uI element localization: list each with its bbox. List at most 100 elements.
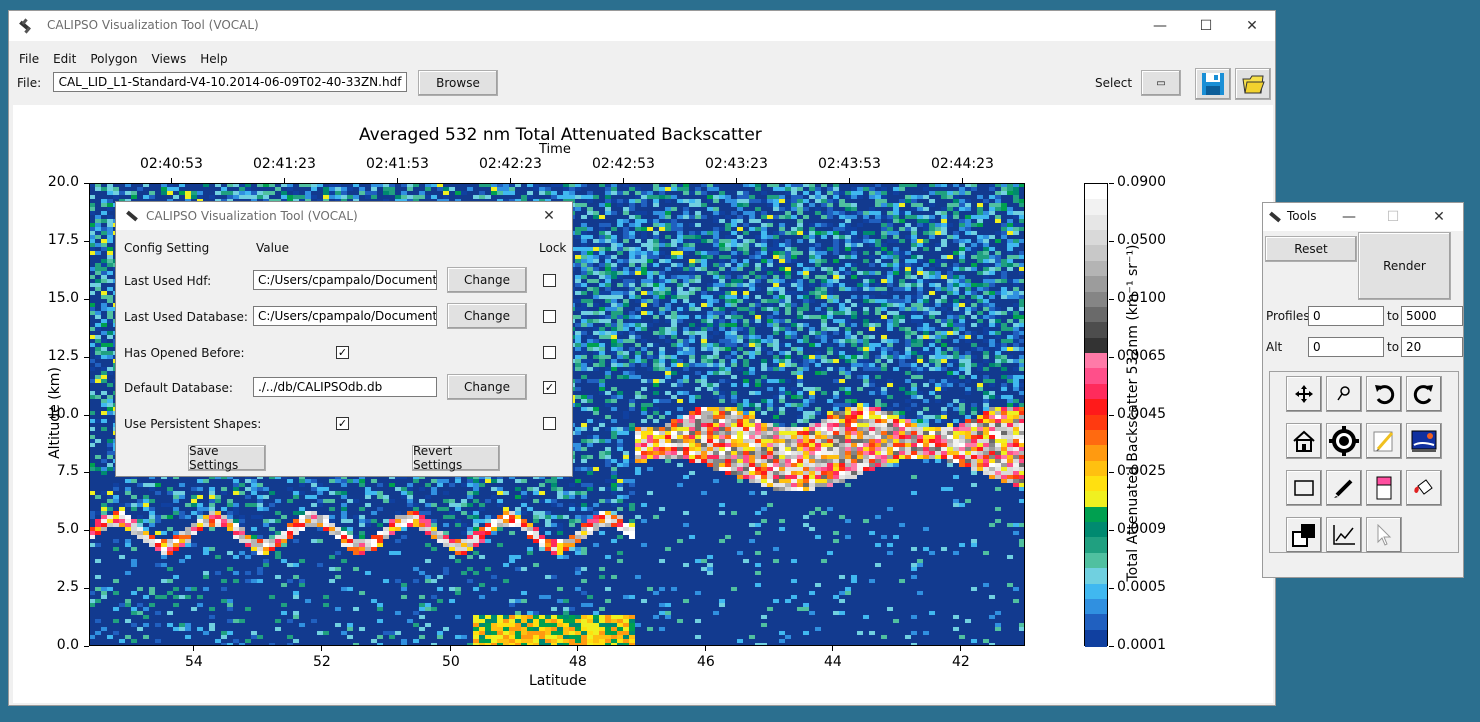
menu-help[interactable]: Help [193,49,234,71]
heatmap-cell [869,207,875,211]
heatmap-cell [791,371,797,375]
heatmap-cell [767,399,773,403]
heatmap-cell [911,275,917,279]
heatmap-cell [917,203,923,207]
heatmap-cell [95,379,101,383]
heatmap-cell [767,219,773,223]
heatmap-cell [845,231,851,235]
heatmap-cell [593,195,599,199]
heatmap-cell [629,271,635,275]
minimize-button[interactable]: — [1137,11,1183,41]
heatmap-cell [731,399,737,403]
heatmap-cell [101,247,107,251]
heatmap-cell [887,283,893,287]
heatmap-cell [95,355,101,359]
heatmap-cell [899,211,905,215]
heatmap-cell [971,187,977,191]
heatmap-cell [1013,199,1019,203]
heatmap-cell [971,347,977,351]
heatmap-cell [965,199,971,203]
heatmap-cell [737,275,743,279]
heatmap-cell [665,259,671,263]
heatmap-cell [917,243,923,247]
heatmap-cell [911,303,917,307]
maximize-button[interactable]: ☐ [1183,11,1229,41]
heatmap-cell [707,367,713,371]
heatmap-cell [95,375,101,379]
heatmap-cell [605,231,611,235]
heatmap-cell [941,319,947,323]
file-path-field[interactable]: CAL_LID_L1-Standard-V4-10.2014-06-09T02-… [53,72,407,92]
heatmap-cell [701,315,707,319]
heatmap-cell [623,351,629,355]
heatmap-cell [923,223,929,227]
heatmap-cell [713,323,719,327]
heatmap-cell [953,231,959,235]
heatmap-cell [863,339,869,343]
heatmap-cell [965,187,971,191]
heatmap-cell [803,191,809,195]
heatmap-cell [815,211,821,215]
heatmap-cell [863,271,869,275]
heatmap-cell [833,235,839,239]
heatmap-cell [671,239,677,243]
heatmap-cell [875,287,881,291]
heatmap-cell [995,279,1001,283]
heatmap-cell [785,303,791,307]
heatmap-cell [965,191,971,195]
heatmap-cell [965,331,971,335]
heatmap-cell [689,215,695,219]
menu-views[interactable]: Views [145,49,194,71]
heatmap-cell [1013,263,1019,267]
heatmap-cell [683,375,689,379]
heatmap-cell [791,187,797,191]
heatmap-cell [737,207,743,211]
browse-button[interactable]: Browse [418,70,498,96]
heatmap-cell [815,251,821,255]
menu-edit[interactable]: Edit [46,49,83,71]
heatmap-cell [809,251,815,255]
select-dropdown[interactable]: ▭ [1141,70,1181,96]
heatmap-cell [953,339,959,343]
heatmap-cell [875,211,881,215]
heatmap-cell [665,303,671,307]
heatmap-cell [839,283,845,287]
heatmap-cell [701,295,707,299]
heatmap-cell [911,351,917,355]
heatmap-cell [737,267,743,271]
menu-file[interactable]: File [12,49,46,71]
menu-polygon[interactable]: Polygon [83,49,144,71]
heatmap-cell [641,195,647,199]
heatmap-cell [935,299,941,303]
heatmap-cell [773,295,779,299]
open-folder-icon[interactable] [1235,68,1271,100]
heatmap-cell [599,351,605,355]
heatmap-cell [407,187,413,191]
heatmap-cell [965,223,971,227]
heatmap-cell [809,235,815,239]
heatmap-cell [761,211,767,215]
heatmap-cell [869,379,875,383]
heatmap-cell [677,231,683,235]
close-button[interactable]: ✕ [1229,11,1275,41]
heatmap-cell [941,195,947,199]
heatmap-cell [791,195,797,199]
heatmap-cell [161,191,167,195]
heatmap-cell [719,343,725,347]
heatmap-cell [815,335,821,339]
heatmap-cell [653,367,659,371]
heatmap-cell [863,287,869,291]
heatmap-cell [767,303,773,307]
heatmap-cell [221,187,227,191]
heatmap-cell [677,343,683,347]
heatmap-cell [893,239,899,243]
heatmap-cell [773,283,779,287]
heatmap-cell [923,399,929,403]
heatmap-cell [689,335,695,339]
heatmap-cell [767,287,773,291]
heatmap-cell [695,275,701,279]
heatmap-cell [995,215,1001,219]
save-icon[interactable] [1195,68,1231,100]
file-label: File: [17,76,42,90]
heatmap-cell [977,203,983,207]
